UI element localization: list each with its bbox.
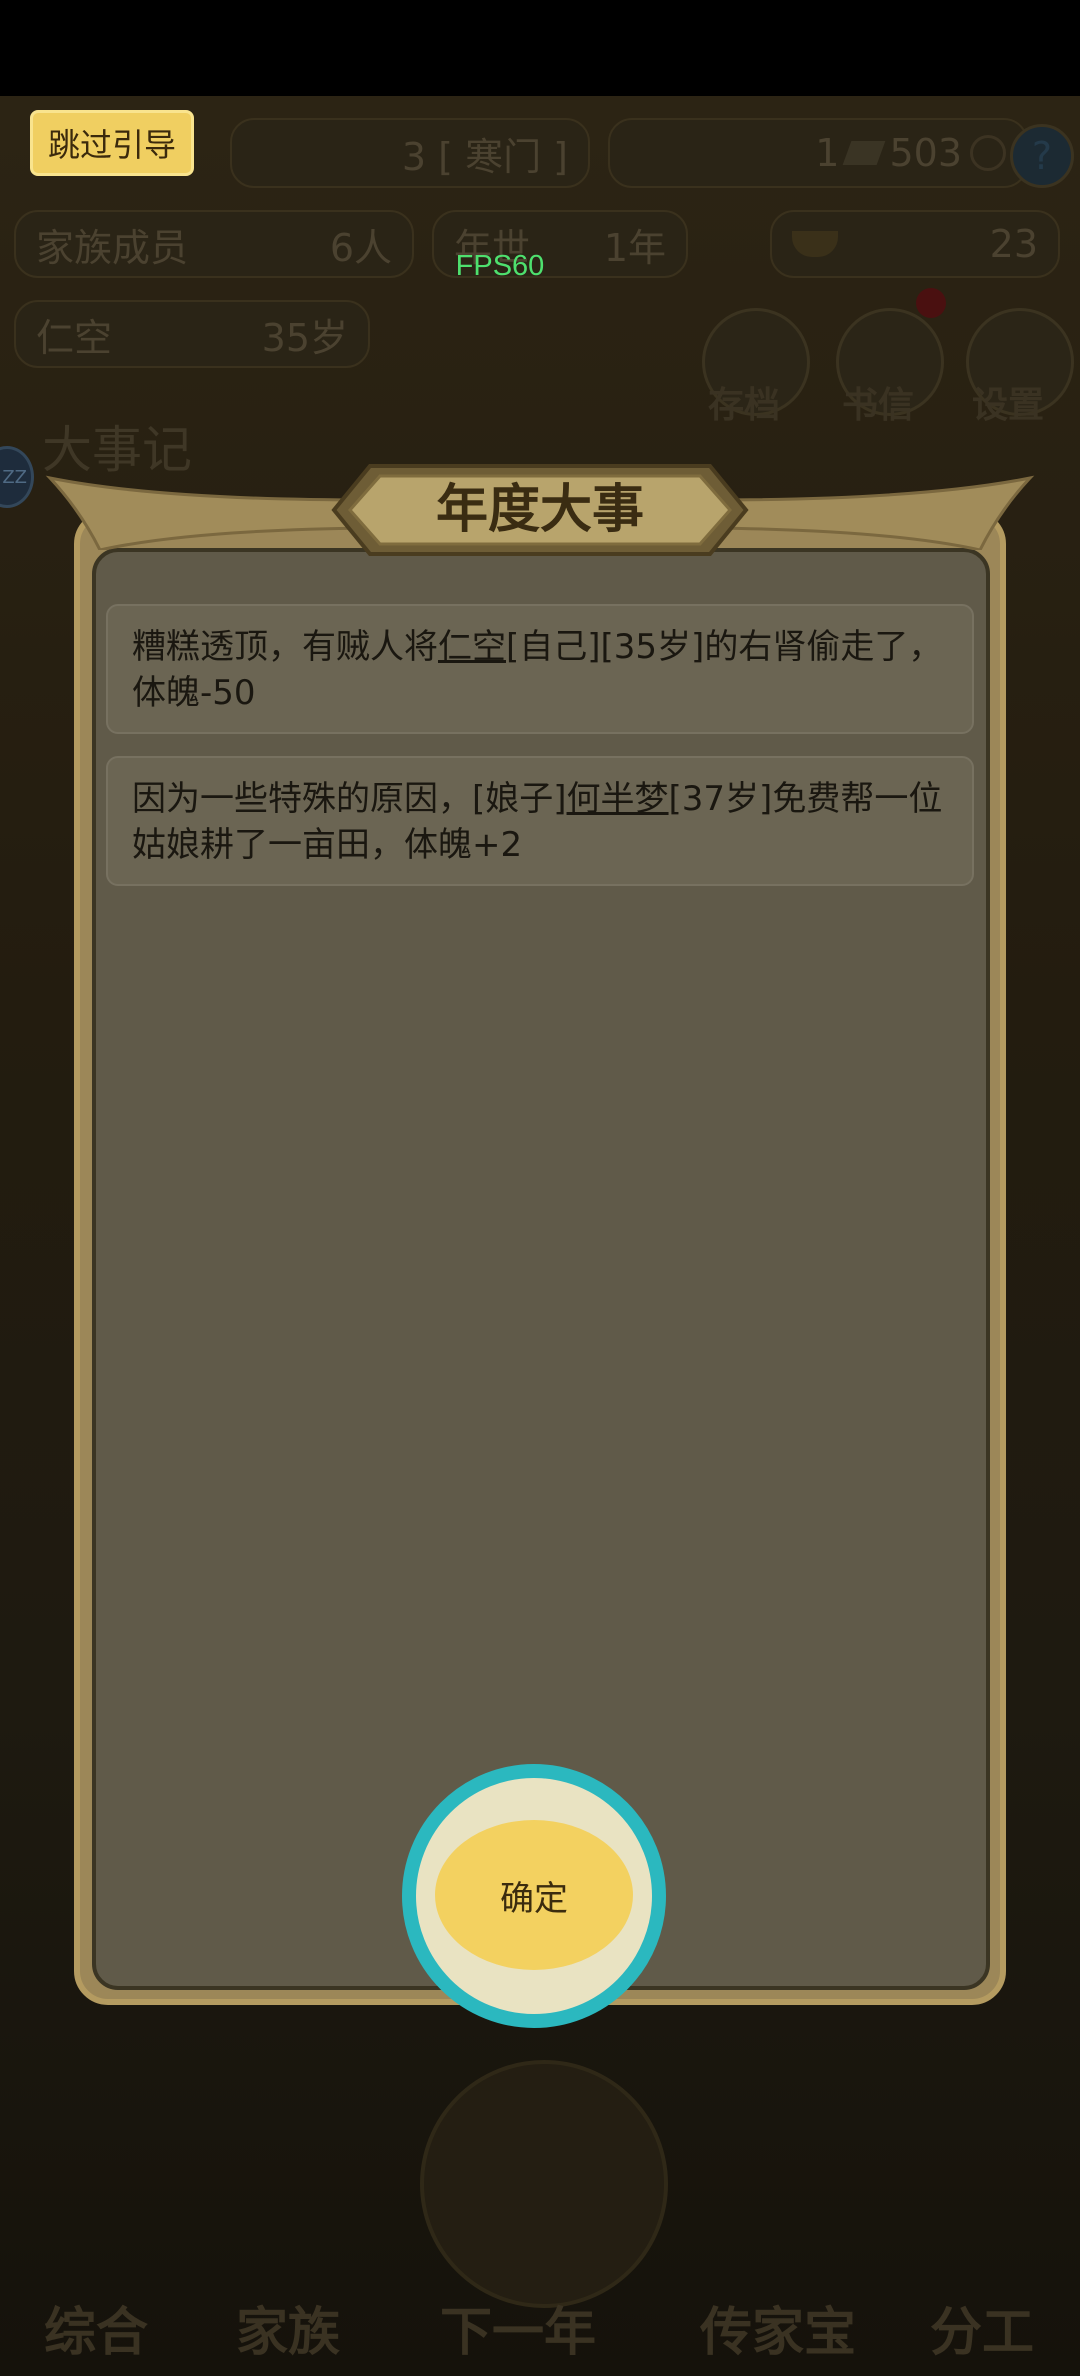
character-name-link[interactable]: 何半梦 — [567, 779, 669, 819]
family-members-label: 家族成员 — [36, 225, 189, 270]
sleep-badge-text: ZZ — [2, 466, 27, 488]
dialog-title: 年度大事 — [435, 479, 644, 540]
currency-pill: 1 503 — [608, 118, 1028, 188]
event-card: 因为一些特殊的原因，[娘子]何半梦[37岁]免费帮一位姑娘耕了一亩田，体魄+2 — [106, 756, 974, 886]
gold-pill: 23 — [770, 210, 1060, 278]
character-name-link[interactable]: 仁空 — [438, 627, 506, 667]
mail-notification-dot — [916, 288, 946, 318]
status-bar — [0, 0, 1080, 96]
player-age: 35岁 — [261, 315, 348, 360]
roof-eave-left — [45, 475, 370, 550]
currency2-value: 503 — [889, 131, 962, 175]
save-label: 存档 — [708, 385, 781, 426]
family-members-count: 6人 — [329, 225, 392, 270]
fps-counter: FPS60 — [455, 250, 545, 282]
nav-tab-division[interactable]: 分工 — [930, 2290, 1034, 2365]
skip-guide-label: 跳过引导 — [47, 126, 176, 164]
help-icon: ? — [1031, 134, 1053, 178]
clan-rank-pill: 3 [ 寒门 ] — [230, 118, 590, 188]
skip-guide-button[interactable]: 跳过引导 — [30, 110, 194, 176]
coin-icon — [970, 135, 1006, 171]
confirm-button[interactable]: 确定 — [435, 1820, 633, 1970]
family-members-pill: 家族成员 6人 — [14, 210, 414, 278]
clan-rank-text: 3 [ 寒门 ] — [401, 134, 568, 179]
settings-label: 设置 — [972, 385, 1045, 426]
help-button[interactable]: ? — [1010, 124, 1074, 188]
player-name: 仁空 — [36, 315, 113, 360]
confirm-label: 确定 — [500, 1878, 568, 1919]
event-text: 因为一些特殊的原因，[娘子] — [132, 779, 567, 819]
nav-tab-family[interactable]: 家族 — [236, 2290, 340, 2365]
nav-tab-next-year[interactable]: 下一年 — [440, 2290, 596, 2365]
currency1-value: 1 — [815, 131, 840, 175]
player-pill: 仁空 35岁 — [14, 300, 370, 368]
nav-tab-general[interactable]: 综合 — [44, 2290, 148, 2365]
event-text: 糟糕透顶，有贼人将 — [132, 627, 438, 667]
diamond-icon — [843, 141, 886, 165]
gold-value: 23 — [989, 222, 1038, 266]
year-value: 1年 — [603, 225, 666, 270]
next-year-emblem — [420, 2060, 668, 2308]
event-card: 糟糕透顶，有贼人将仁空[自己][35岁]的右肾偷走了，体魄-50 — [106, 604, 974, 734]
nav-tab-heirloom[interactable]: 传家宝 — [700, 2290, 856, 2365]
roof-eave-right — [710, 475, 1035, 550]
mail-label: 书信 — [842, 385, 915, 426]
gold-ingot-icon — [792, 231, 838, 257]
